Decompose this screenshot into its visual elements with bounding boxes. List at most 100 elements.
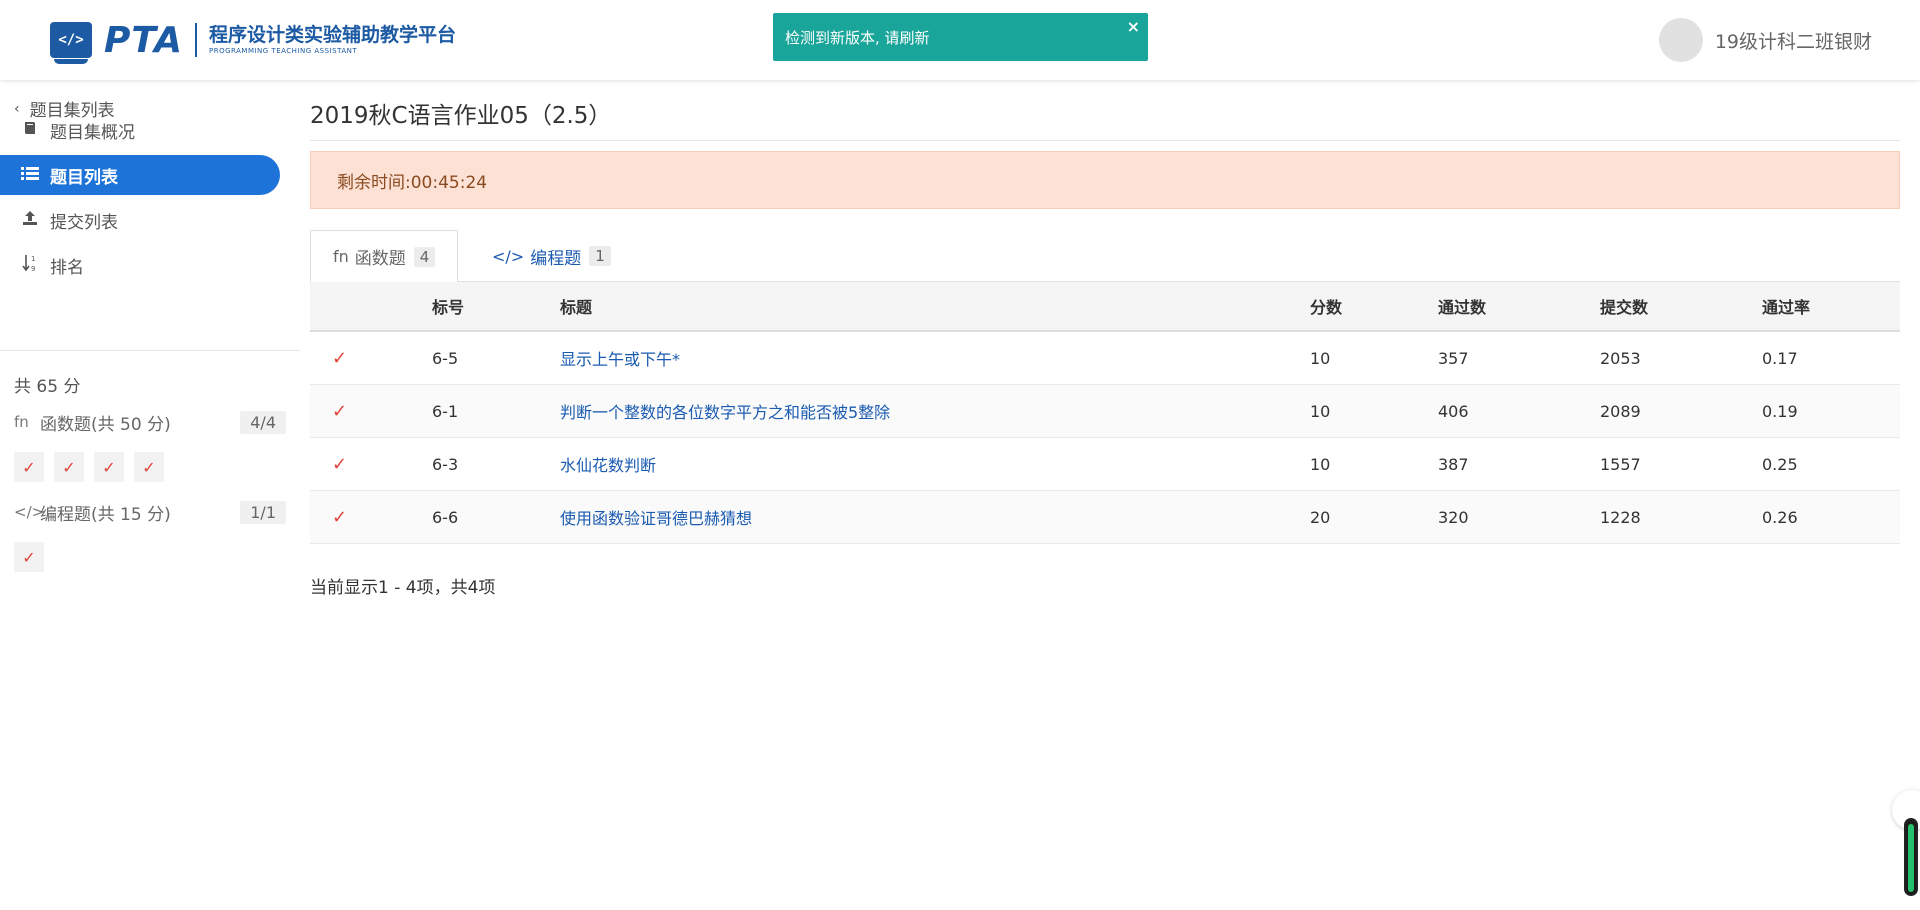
sidebar-item-overview[interactable]: 题目集概况 bbox=[0, 110, 280, 150]
sidebar-item-label: 排名 bbox=[50, 257, 84, 278]
problem-passed: 320 bbox=[1438, 507, 1469, 527]
sort-icon: 19 bbox=[20, 254, 40, 276]
fn-icon: fn bbox=[333, 247, 349, 266]
problem-type-tabs: fn 函数题 4 </> 编程题 1 bbox=[310, 230, 1900, 283]
tab-count-badge: 1 bbox=[589, 246, 611, 266]
problem-pass-rate: 0.25 bbox=[1762, 454, 1798, 474]
problem-submitted: 1228 bbox=[1600, 507, 1641, 527]
table-header: 标号 标题 分数 通过数 提交数 通过率 bbox=[310, 282, 1900, 332]
problem-id: 6-5 bbox=[432, 348, 459, 368]
total-score: 共 65 分 bbox=[14, 377, 81, 397]
problem-pass-rate: 0.19 bbox=[1762, 401, 1798, 421]
problem-pass-rate: 0.26 bbox=[1762, 507, 1798, 527]
check-icon: ✓ bbox=[332, 506, 348, 528]
category-count: 4/4 bbox=[240, 410, 286, 434]
column-header-submitted[interactable]: 提交数 bbox=[1600, 282, 1648, 330]
avatar[interactable] bbox=[1658, 18, 1703, 62]
pta-logo[interactable]: </> PTA 程序设计类实验辅助教学平台 PROGRAMMING TEACHI… bbox=[50, 19, 456, 64]
top-header: </> PTA 程序设计类实验辅助教学平台 PROGRAMMING TEACHI… bbox=[0, 0, 1920, 80]
svg-text:1: 1 bbox=[31, 255, 35, 263]
status-fill bbox=[1908, 824, 1914, 892]
sidebar-item-problem-list[interactable]: 题目列表 bbox=[0, 155, 280, 195]
problem-check-6-6[interactable]: ✓ bbox=[134, 452, 164, 482]
logo-divider bbox=[195, 23, 198, 57]
toast-message: 检测到新版本, 请刷新 bbox=[785, 28, 930, 47]
problem-passed: 387 bbox=[1438, 454, 1469, 474]
check-icon: ✓ bbox=[332, 453, 348, 475]
problem-title-link[interactable]: 使用函数验证哥德巴赫猜想 bbox=[560, 491, 752, 543]
username[interactable]: 19级计科二班银财 bbox=[1715, 27, 1872, 54]
category-programming-problems: </> 编程题(共 15 分) 1/1 bbox=[14, 498, 286, 526]
table-row[interactable]: ✓ 6-6 使用函数验证哥德巴赫猜想 20 320 1228 0.26 bbox=[310, 491, 1900, 544]
problem-passed: 406 bbox=[1438, 401, 1469, 421]
column-header-id[interactable]: 标号 bbox=[432, 282, 464, 330]
problem-title-link[interactable]: 水仙花数判断 bbox=[560, 438, 656, 490]
svg-text:9: 9 bbox=[31, 265, 35, 272]
problem-title-link[interactable]: 显示上午或下午* bbox=[560, 332, 680, 384]
update-toast: 检测到新版本, 请刷新 × bbox=[773, 13, 1148, 61]
category-label: 编程题(共 15 分) bbox=[40, 504, 171, 525]
pagination-summary: 当前显示1 - 4项，共4项 bbox=[310, 578, 496, 598]
sidebar-item-label: 题目集概况 bbox=[50, 122, 135, 143]
table-row[interactable]: ✓ 6-3 水仙花数判断 10 387 1557 0.25 bbox=[310, 438, 1900, 491]
check-icon: ✓ bbox=[332, 400, 348, 422]
tab-programming-problems[interactable]: </> 编程题 1 bbox=[470, 230, 633, 282]
sidebar-item-label: 提交列表 bbox=[50, 212, 118, 233]
code-icon: </> bbox=[492, 246, 525, 266]
column-header-pass-rate[interactable]: 通过率 bbox=[1762, 282, 1810, 330]
problem-passed: 357 bbox=[1438, 348, 1469, 368]
upload-icon bbox=[20, 210, 40, 230]
column-header-score[interactable]: 分数 bbox=[1310, 282, 1342, 330]
category-count: 1/1 bbox=[240, 500, 286, 524]
problem-id: 6-6 bbox=[432, 507, 459, 527]
page-title: 2019秋C语言作业05（2.5） bbox=[310, 103, 612, 129]
problem-table: 标号 标题 分数 通过数 提交数 通过率 ✓ 6-5 显示上午或下午* 10 3… bbox=[310, 282, 1900, 544]
category-function-problems: fn 函数题(共 50 分) 4/4 bbox=[14, 408, 286, 436]
remaining-time-banner: 剩余时间:00:45:24 bbox=[310, 151, 1900, 209]
problem-score: 10 bbox=[1310, 401, 1331, 421]
sidebar-item-submissions[interactable]: 提交列表 bbox=[0, 200, 280, 240]
tab-function-problems[interactable]: fn 函数题 4 bbox=[310, 230, 459, 283]
sidebar-item-label: 题目列表 bbox=[50, 167, 118, 188]
book-icon bbox=[20, 120, 40, 140]
tab-label: 编程题 bbox=[530, 248, 582, 269]
problem-score: 10 bbox=[1310, 348, 1331, 368]
problem-pass-rate: 0.17 bbox=[1762, 348, 1798, 368]
problem-submitted: 2053 bbox=[1600, 348, 1641, 368]
sidebar: ‹ 题目集列表 题目集概况 题目列表 提交列表 19 排名 共 65 分 fn … bbox=[0, 80, 300, 910]
logo-subtitle-cn: 程序设计类实验辅助教学平台 bbox=[209, 24, 457, 46]
check-icon: ✓ bbox=[332, 347, 348, 369]
problem-check-programming[interactable]: ✓ bbox=[14, 542, 44, 572]
table-row[interactable]: ✓ 6-1 判断一个整数的各位数字平方之和能否被5整除 10 406 2089 … bbox=[310, 385, 1900, 438]
problem-check-6-1[interactable]: ✓ bbox=[54, 452, 84, 482]
close-icon[interactable]: × bbox=[1127, 17, 1140, 36]
floating-status-widget[interactable] bbox=[1904, 818, 1918, 896]
problem-score: 20 bbox=[1310, 507, 1331, 527]
logo-subtitle: 程序设计类实验辅助教学平台 PROGRAMMING TEACHING ASSIS… bbox=[209, 24, 456, 56]
title-divider bbox=[310, 140, 1900, 141]
table-row[interactable]: ✓ 6-5 显示上午或下午* 10 357 2053 0.17 bbox=[310, 332, 1900, 385]
tab-count-badge: 4 bbox=[413, 246, 436, 267]
logo-text: PTA bbox=[104, 19, 184, 61]
problem-submitted: 1557 bbox=[1600, 454, 1641, 474]
problem-check-6-3[interactable]: ✓ bbox=[94, 452, 124, 482]
logo-subtitle-en: PROGRAMMING TEACHING ASSISTANT bbox=[209, 47, 358, 55]
fn-icon: fn bbox=[14, 413, 29, 431]
code-icon: </> bbox=[14, 503, 45, 521]
tab-label: 函数题 bbox=[354, 249, 406, 269]
column-header-passed[interactable]: 通过数 bbox=[1438, 282, 1486, 330]
list-icon bbox=[20, 165, 40, 185]
code-logo-icon: </> bbox=[50, 22, 92, 64]
problem-title-link[interactable]: 判断一个整数的各位数字平方之和能否被5整除 bbox=[560, 385, 890, 437]
problem-id: 6-1 bbox=[432, 401, 459, 421]
category-label: 函数题(共 50 分) bbox=[40, 414, 171, 435]
sidebar-item-ranking[interactable]: 19 排名 bbox=[0, 245, 280, 285]
sidebar-divider bbox=[0, 350, 300, 351]
column-header-title[interactable]: 标题 bbox=[560, 282, 592, 330]
problem-id: 6-3 bbox=[432, 454, 459, 474]
problem-check-6-5[interactable]: ✓ bbox=[14, 452, 44, 482]
problem-score: 10 bbox=[1310, 454, 1331, 474]
user-menu[interactable]: 19级计科二班银财 bbox=[1658, 18, 1872, 62]
problem-submitted: 2089 bbox=[1600, 401, 1641, 421]
remaining-time: 剩余时间:00:45:24 bbox=[337, 172, 488, 193]
